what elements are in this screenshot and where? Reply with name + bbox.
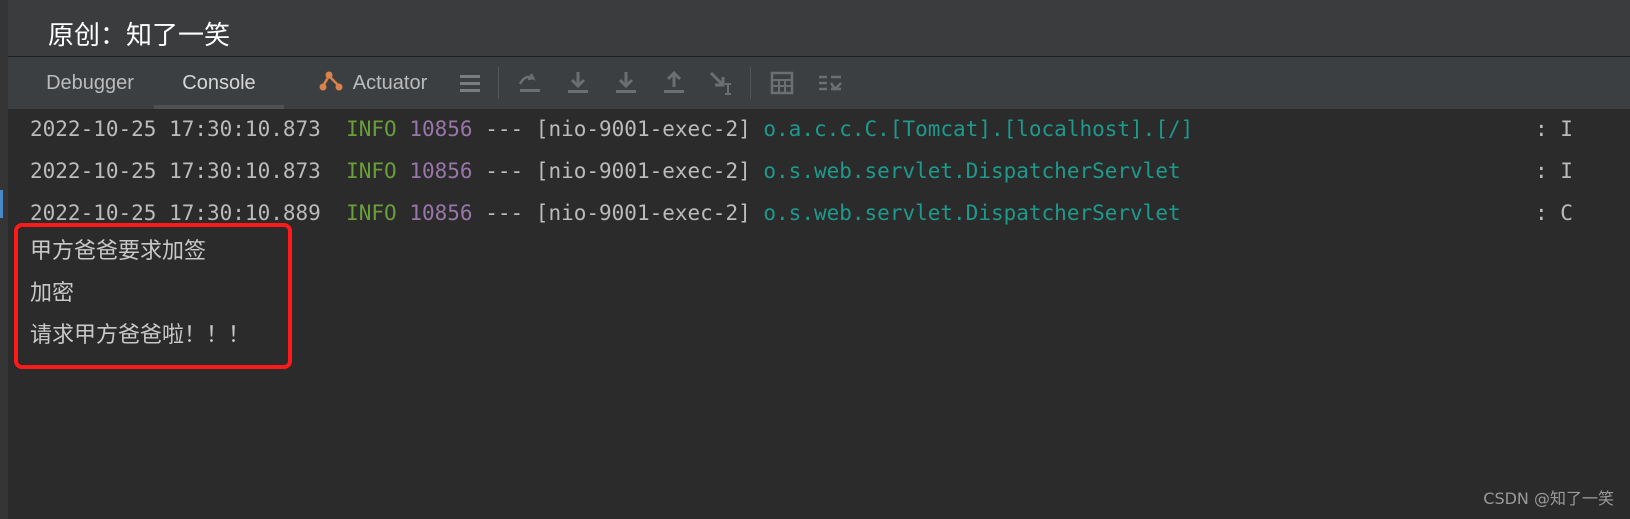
log-pid: 10856 [409,117,473,141]
log-message-start: : I [1535,117,1573,141]
gutter-marker [0,190,3,218]
active-tab-indicator [154,105,284,109]
ide-console-window: 原创：知了一笑 Debugger Console Actuator 2022-1… [0,0,1630,519]
log-timestamp: 2022-10-25 17:30:10.873 [30,159,321,183]
watermark: CSDN @知了一笑 [1483,489,1614,508]
log-separator: --- [485,201,524,225]
log-message-start: : C [1535,201,1573,225]
log-timestamp: 2022-10-25 17:30:10.889 [30,201,321,225]
log-separator: --- [485,117,524,141]
tab-actuator-label: Actuator [352,71,428,94]
run-to-cursor-icon[interactable] [708,69,736,97]
trace-icon[interactable] [816,69,844,97]
step-into-icon[interactable] [564,69,592,97]
highlight-annotation-box [14,223,292,369]
log-line: 2022-10-25 17:30:10.873 INFO 10856 --- [… [30,114,1573,144]
force-step-into-icon[interactable] [612,69,640,97]
log-thread: [nio-9001-exec-2] [535,117,751,141]
tab-debugger-label: Debugger [46,71,134,94]
tab-console-label: Console [182,71,256,94]
debug-toolbar: Debugger Console Actuator [8,57,1630,110]
tab-debugger[interactable]: Debugger [20,57,160,109]
log-logger: o.s.web.servlet.DispatcherServlet [763,159,1181,183]
toolbar-separator [750,67,751,99]
log-logger: o.s.web.servlet.DispatcherServlet [763,201,1181,225]
log-thread: [nio-9001-exec-2] [535,159,751,183]
log-separator: --- [485,159,524,183]
log-pid: 10856 [409,159,473,183]
actuator-icon [317,66,345,100]
log-level: INFO [346,159,397,183]
page-title: 原创：知了一笑 [48,21,231,51]
toolbar-separator [498,67,499,99]
tab-console[interactable]: Console [154,57,284,109]
tab-actuator[interactable]: Actuator [304,57,440,109]
log-message-start: : I [1535,159,1573,183]
log-level: INFO [346,201,397,225]
menu-icon[interactable] [456,69,484,97]
step-out-icon[interactable] [660,69,688,97]
step-over-icon[interactable] [516,69,544,97]
log-logger: o.a.c.c.C.[Tomcat].[localhost].[/] [763,117,1194,141]
evaluate-expression-icon[interactable] [768,69,796,97]
log-level: INFO [346,117,397,141]
log-pid: 10856 [409,201,473,225]
title-bar: 原创：知了一笑 [8,0,1630,57]
log-line: 2022-10-25 17:30:10.873 INFO 10856 --- [… [30,156,1573,186]
log-thread: [nio-9001-exec-2] [535,201,751,225]
log-timestamp: 2022-10-25 17:30:10.873 [30,117,321,141]
